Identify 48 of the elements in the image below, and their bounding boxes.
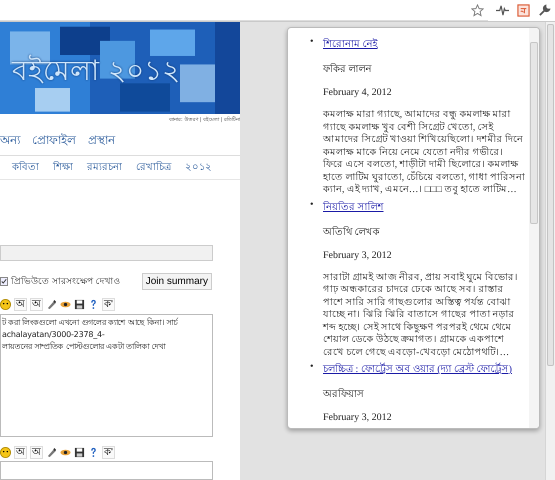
post-title-link[interactable]: শিরোনাম নেই — [323, 39, 378, 50]
checkbox[interactable] — [0, 276, 8, 286]
category-link[interactable]: রম্যরচনা — [87, 159, 122, 176]
category-link[interactable]: শিক্ষা — [53, 159, 73, 176]
post-title-link[interactable]: নিয়তির সালিশ — [323, 202, 384, 212]
nav-link[interactable]: প্রস্থান — [88, 131, 115, 152]
scrollbar[interactable] — [545, 22, 555, 480]
format-button[interactable]: অ — [14, 446, 27, 459]
text-area[interactable]: ট করা লিংকগুলো এখনো গুগলের ক্যাশে আছে কিনা। সার্চ achalayatan/3000-2378_4- লায়তনের সাম্প্রতিক পোস্টগুলোর একটা তালিকা দেখা — [0, 314, 213, 437]
post-date: February 3, 2012 — [323, 411, 393, 424]
brush-icon[interactable] — [46, 298, 57, 310]
format-button[interactable]: অ — [14, 298, 27, 311]
list-bullet: • — [310, 198, 314, 210]
wrench-icon[interactable] — [538, 4, 551, 17]
post-title-link[interactable]: চলচ্চিত্র : ফোর্ট্রেস অব ওয়ার (দ্যা ব্রেস্ট ফোর্ট্রেস) — [323, 364, 512, 375]
blog-title: বইমেলা ২০১২ — [12, 52, 180, 89]
help-icon[interactable] — [88, 446, 99, 458]
list-bullet: • — [310, 36, 314, 47]
checkbox-label: প্রিভিউতে সারসংক্ষেপ দেখাও — [11, 274, 121, 289]
brush-icon[interactable] — [46, 446, 57, 458]
star-icon[interactable] — [471, 4, 484, 16]
extension-icon[interactable] — [517, 4, 530, 17]
nav-link[interactable]: অন্য — [0, 131, 20, 152]
post-author: অতিথি লেখক — [323, 226, 381, 238]
input-field[interactable] — [0, 245, 213, 261]
join-summary-button[interactable]: Join summary — [142, 272, 212, 290]
nav-link[interactable]: প্রোফাইল — [32, 131, 76, 152]
post-author: ফকির লালন — [323, 63, 373, 76]
format-button[interactable]: অ — [30, 298, 43, 311]
list-bullet: • — [310, 361, 314, 372]
scrollbar[interactable] — [529, 28, 539, 428]
category-link[interactable]: রেখাচিত্র — [136, 159, 171, 176]
pulse-icon[interactable] — [496, 4, 509, 17]
save-icon[interactable] — [74, 298, 85, 310]
category-link[interactable]: কবিতা — [12, 159, 39, 176]
format-button[interactable]: ক' — [102, 446, 115, 459]
save-icon[interactable] — [74, 446, 85, 458]
help-icon[interactable] — [88, 298, 99, 310]
format-button[interactable]: ক' — [102, 298, 115, 311]
smiley-icon[interactable] — [0, 298, 11, 310]
post-excerpt: সারাটা গ্রামই আজ নীরব, প্রায় সবাই ঘুমে বিভোর। গাঢ় অন্ধকারের চাদরে ঢেকে আছে সব। রাস্তার পাশে সারি সারি গাছগুলোর অস্তিত্ব পর্যন্ত বোঝা যাচ্ছে না। ঝিরি ঝিরি বাতাসে গাছের পাতা নড়ার শব্দ হচ্ছে। সেই সাথে কিছুক্ষণ পরপরই থেমে থেমে শেয়াল ডেকে উঠছে ক্রমাগত। গ্রামকে একপাশে রেখে চলে গেছে এবড়ো-খেবড়ো মেঠোপথটি।… — [323, 272, 519, 359]
smiley-icon[interactable] — [0, 446, 11, 458]
category-link[interactable]: ২০১২ — [185, 159, 212, 176]
post-date: February 3, 2012 — [323, 248, 393, 262]
format-button[interactable]: অ — [30, 446, 43, 459]
post-excerpt: কমলাক্ষ মারা গ্যাছে, আমাদের বন্ধু কমলাক্ষ মারা গ্যাছে কমলাক্ষ খুব বেশী সিগ্রেট খেতো, সেই আমাদের সিগ্রেট খাওয়া শিখিয়েছিলো। দশমীর দিনে কমলাক্ষ মাকে নিয়ে নেমে যেতো নদীর গভীরে। ফিরে এসে বলতো, শাড়ীটা দামী ছিলোরে। কমলাক্ষ হাতে লাটিম ঘুরাতো, চেঁচিয়ে বলতো, গাধা পারিসনা ক্যান, এই দ্যাখ, এমনে…। □□□ তবু হাতে লাটিম… — [323, 109, 525, 196]
post-date: February 4, 2012 — [323, 86, 393, 99]
post-author: অরফিয়াস — [323, 388, 365, 401]
